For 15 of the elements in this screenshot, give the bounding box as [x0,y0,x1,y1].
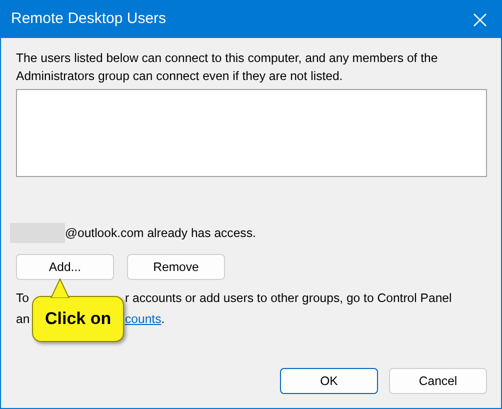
add-button[interactable]: Add... [16,254,114,280]
remove-button[interactable]: Remove [127,254,225,280]
user-accounts-link[interactable]: counts [125,309,162,330]
footer-text: . [161,311,165,328]
access-note: @outlook.com already has access. [65,224,256,242]
cancel-button[interactable]: Cancel [389,368,487,394]
footer-text: an [16,311,30,328]
window-title: Remote Desktop Users [11,9,166,30]
footer-text: To [16,290,29,307]
footer-text: r accounts or add users to other groups, go to Control Panel [125,290,452,307]
users-list[interactable] [16,89,487,177]
description-text: The users listed below can connect to this computer, and any members of the Administrators group can connect even if they are not listed. [16,50,439,85]
close-icon[interactable] [473,12,487,26]
ok-button[interactable]: OK [280,368,378,394]
callout-label: Click on [32,296,124,342]
